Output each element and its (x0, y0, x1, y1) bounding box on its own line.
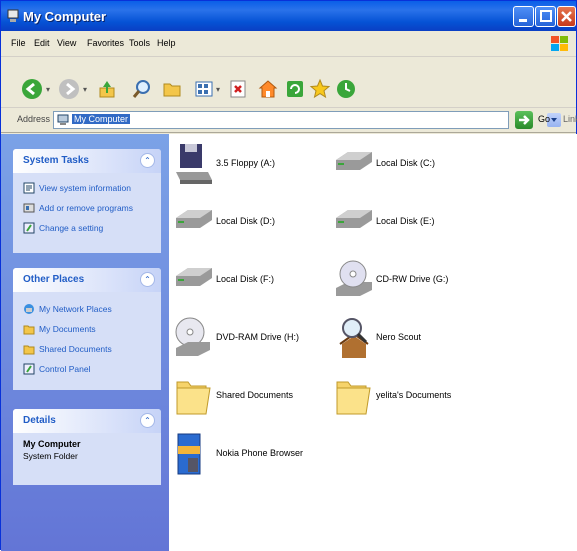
menu-help[interactable]: Help (157, 38, 176, 48)
home-icon[interactable] (257, 78, 279, 100)
item-label: Local Disk (F:) (216, 274, 275, 284)
network-places-icon (24, 304, 34, 314)
toolbar: ▾ ▾ ▾ (1, 58, 576, 108)
go-button[interactable] (515, 111, 533, 129)
minimize-icon (519, 19, 527, 22)
menu-tools[interactable]: Tools (129, 38, 150, 48)
delete-icon[interactable] (227, 78, 249, 100)
task-pane: System Tasks ⌃ View system information A… (1, 134, 169, 551)
search-icon[interactable] (131, 78, 153, 100)
refresh-icon[interactable] (284, 78, 306, 100)
details-title: Details (23, 415, 56, 426)
system-tasks-title: System Tasks (23, 155, 89, 166)
menu-file[interactable]: File (11, 38, 26, 48)
item-label: Local Disk (C:) (376, 158, 436, 168)
hard-disk-icon (176, 210, 212, 228)
hard-disk-icon (176, 268, 212, 286)
folder-icon (176, 381, 211, 415)
maximize-icon (540, 10, 552, 22)
item-label: Shared Documents (216, 390, 294, 400)
details-item-name: My Computer (23, 439, 81, 449)
collapse-chevron-icon[interactable]: ⌃ (140, 153, 155, 168)
history-icon[interactable] (335, 78, 357, 100)
item-label: Nero Scout (376, 332, 422, 342)
maximize-button[interactable] (535, 6, 556, 27)
content-area: 3.5 Floppy (A:) Local Disk (C:) Local Di… (169, 134, 577, 551)
forward-arrow-icon[interactable] (58, 78, 80, 100)
menu-favorites[interactable]: Favorites (87, 38, 124, 48)
item-label: 3.5 Floppy (A:) (216, 158, 276, 168)
task-label: View system information (39, 183, 131, 193)
system-tasks-panel: System Tasks ⌃ View system information A… (13, 149, 161, 253)
other-places-header[interactable]: Other Places ⌃ (13, 268, 161, 292)
task-label: Add or remove programs (39, 203, 134, 213)
task-label: Change a setting (39, 223, 104, 233)
collapse-chevron-icon[interactable]: ⌃ (140, 272, 155, 287)
nero-scout-icon (339, 318, 369, 358)
address-input[interactable]: My Computer (53, 111, 561, 129)
floppy-drive-icon (176, 144, 212, 184)
system-info-icon (23, 182, 35, 194)
other-places-panel: Other Places ⌃ My Network Places My Docu… (13, 268, 161, 390)
title-bar[interactable]: My Computer (1, 1, 576, 31)
place-label: Shared Documents (39, 344, 112, 354)
links-label[interactable]: Links (563, 114, 577, 124)
cd-drive-icon (336, 260, 372, 296)
hard-disk-icon (336, 152, 372, 170)
up-folder-icon[interactable] (96, 78, 118, 100)
menu-view[interactable]: View (57, 38, 76, 48)
back-dropdown-icon[interactable]: ▾ (46, 85, 50, 94)
item-label: DVD-RAM Drive (H:) (216, 332, 299, 342)
folders-icon[interactable] (161, 78, 183, 100)
details-item-type: System Folder (23, 451, 78, 461)
views-icon[interactable] (193, 78, 215, 100)
folder-icon (336, 381, 371, 415)
forward-dropdown-icon[interactable]: ▾ (83, 85, 87, 94)
menu-edit[interactable]: Edit (34, 38, 50, 48)
menu-bar: File Edit View Favorites Tools Help (1, 31, 576, 57)
item-label: Local Disk (E:) (376, 216, 435, 226)
minimize-button[interactable] (513, 6, 534, 27)
hard-disk-icon (336, 210, 372, 228)
close-icon (561, 11, 572, 22)
address-value: My Computer (72, 114, 131, 124)
add-remove-programs-icon (23, 203, 35, 213)
explorer-window: My Computer File Edit View Favorites Too… (0, 0, 577, 551)
other-places-title: Other Places (23, 274, 85, 285)
address-label: Address (17, 114, 51, 124)
item-label: yelita's Documents (376, 390, 452, 400)
control-panel-icon (23, 363, 35, 375)
my-computer-title-icon (7, 9, 19, 22)
place-label: My Network Places (39, 304, 112, 314)
views-dropdown-icon[interactable]: ▾ (216, 85, 220, 94)
system-tasks-header[interactable]: System Tasks ⌃ (13, 149, 161, 173)
my-documents-icon (23, 325, 35, 335)
windows-logo-icon (551, 36, 568, 51)
details-header[interactable]: Details ⌃ (13, 409, 161, 433)
place-label: My Documents (39, 324, 96, 334)
back-arrow-icon[interactable] (21, 78, 43, 100)
go-arrow-icon (519, 115, 530, 125)
item-label: CD-RW Drive (G:) (376, 274, 449, 284)
item-label: Nokia Phone Browser (216, 448, 304, 458)
phone-browser-icon (177, 433, 201, 475)
favorites-star-icon[interactable] (309, 78, 331, 100)
go-label[interactable]: Go (538, 114, 550, 124)
control-panel-icon (23, 222, 35, 234)
my-computer-icon (57, 114, 69, 125)
window-title: My Computer (23, 9, 107, 24)
item-label: Local Disk (D:) (216, 216, 276, 226)
place-label: Control Panel (39, 364, 91, 374)
shared-documents-icon (23, 345, 35, 355)
collapse-chevron-icon[interactable]: ⌃ (140, 413, 155, 428)
address-bar: Address My Computer Go Links (1, 108, 577, 133)
close-button[interactable] (557, 6, 576, 27)
details-panel: Details ⌃ My Computer System Folder (13, 409, 161, 485)
dvd-drive-icon (175, 317, 210, 356)
